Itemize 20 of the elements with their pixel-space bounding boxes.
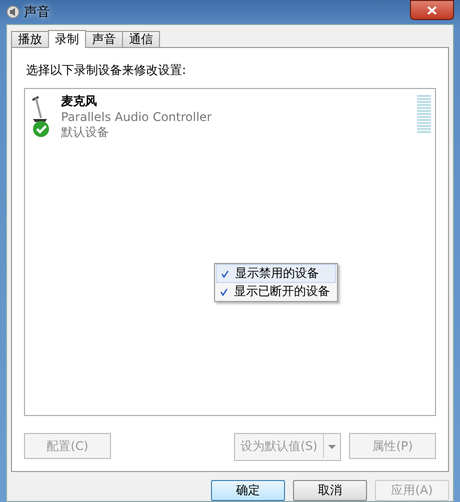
tab[interactable]: 声音 [85,31,123,47]
device-driver: Parallels Audio Controller [61,110,212,124]
close-icon [427,6,437,14]
device-name: 麦克风 [61,93,98,110]
menu-item-label: 显示已断开的设备 [234,283,330,300]
tab[interactable]: 通信 [122,31,160,47]
menu-item-label: 显示禁用的设备 [235,265,319,282]
menu-item[interactable]: 显示禁用的设备 [216,264,336,283]
close-button[interactable] [410,0,454,20]
window-title: 声音 [24,4,50,21]
tab[interactable]: 播放 [11,31,49,47]
level-meter-icon [417,95,431,135]
menu-item[interactable]: 显示已断开的设备 [216,283,336,300]
instruction-text: 选择以下录制设备来修改设置: [26,62,188,79]
tab[interactable]: 录制 [48,30,86,48]
device-status: 默认设备 [61,124,110,141]
dialog-button[interactable]: 确定 [211,480,285,501]
caret-icon [328,445,336,449]
speaker-icon [6,5,20,19]
dialog-button[interactable]: 取消 [293,480,367,501]
